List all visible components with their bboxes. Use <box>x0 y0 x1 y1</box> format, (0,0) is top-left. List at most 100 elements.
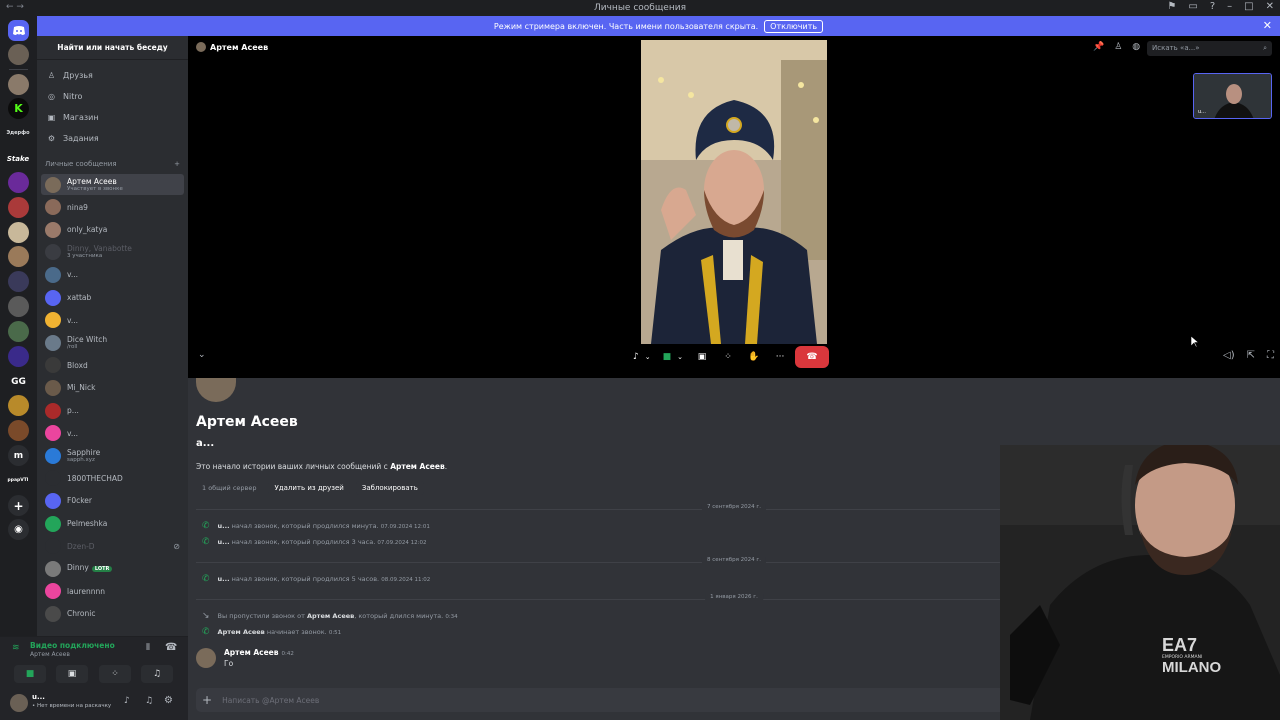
dm-list-item[interactable]: xattab <box>41 287 184 308</box>
camera-toggle-button[interactable]: ■ ⌄ <box>659 346 687 368</box>
maximize-icon[interactable]: □ <box>1244 1 1253 12</box>
server-kick-icon[interactable]: K <box>8 98 29 119</box>
block-button[interactable]: Заблокировать <box>355 481 424 495</box>
dm-list-item[interactable]: Dice Witch/roll <box>41 332 184 353</box>
call-user[interactable]: u... <box>218 538 230 546</box>
settings-icon[interactable]: ⚙ <box>164 695 173 706</box>
server-icon[interactable] <box>8 321 29 342</box>
minimize-icon[interactable]: – <box>1227 1 1232 12</box>
new-dm-icon[interactable]: + <box>174 160 180 168</box>
dm-list-item[interactable]: Mi_Nick <box>41 377 184 398</box>
share-screen-button[interactable]: ▣ <box>691 346 713 368</box>
screen-share-button[interactable]: ▣ <box>56 665 88 683</box>
add-friend-icon[interactable]: ♙ <box>1114 42 1122 52</box>
dm-list-item[interactable]: Bloxd <box>41 355 184 376</box>
server-icon[interactable] <box>8 395 29 416</box>
soundboard-call-button[interactable]: ✋ <box>743 346 765 368</box>
activities-button[interactable]: ⁘ <box>99 665 131 683</box>
dm-list-item[interactable]: Dzen-D ⊘ <box>41 536 184 557</box>
dm-list-item[interactable]: Sapphire sapph.xyz <box>41 445 184 466</box>
server-icon[interactable] <box>8 222 29 243</box>
dm-list-item[interactable]: 1800THECHAD <box>41 468 184 489</box>
dm-list-item[interactable]: p... <box>41 400 184 421</box>
dm-list-item[interactable]: F0cker <box>41 490 184 511</box>
server-icon[interactable] <box>8 74 29 95</box>
fullscreen-icon[interactable]: ⛶ <box>1267 350 1274 361</box>
end-call-button[interactable]: ☎ <box>795 346 830 368</box>
dm-list-item[interactable]: Chronic <box>41 603 184 624</box>
help-icon[interactable]: ? <box>1210 1 1215 12</box>
close-banner-icon[interactable]: ✕ <box>1263 19 1272 32</box>
collapse-call-icon[interactable]: ⌄ <box>198 350 206 360</box>
soundboard-button[interactable]: ♫ <box>141 665 173 683</box>
dm-list-item[interactable]: only_katya <box>41 219 184 240</box>
remove-friend-button[interactable]: Удалить из друзей <box>268 481 350 495</box>
activity-button[interactable]: ⁘ <box>717 346 739 368</box>
dm-list-item[interactable]: v... <box>41 310 184 331</box>
pin-icon[interactable]: ⚑ <box>1167 1 1176 12</box>
noise-icon[interactable]: ⦀ <box>146 643 150 653</box>
server-m-icon[interactable]: m <box>8 445 29 466</box>
dm-list-item[interactable]: Pelmeshka <box>41 513 184 534</box>
popout-icon[interactable]: ⇱ <box>1247 350 1255 361</box>
back-forward-icon[interactable]: ← → <box>6 2 24 12</box>
message-avatar[interactable] <box>196 648 216 668</box>
user-avatar[interactable] <box>10 694 28 712</box>
call-user[interactable]: u... <box>218 522 230 530</box>
server-icon[interactable] <box>8 172 29 193</box>
nav-item-shop[interactable]: ▣ Магазин <box>41 108 184 126</box>
started-user[interactable]: Артем Асеев <box>218 628 265 636</box>
nav-item-friends[interactable]: ♙ Друзья <box>41 66 184 84</box>
dm-list-item[interactable]: laurennnn <box>41 581 184 602</box>
message-author[interactable]: Артем Асеев <box>224 648 279 657</box>
self-video-pip[interactable]: u... <box>1193 73 1272 119</box>
dm-list-item[interactable]: nina9 <box>41 197 184 218</box>
find-conversation-button[interactable]: Найти или начать беседу <box>37 36 188 60</box>
server-icon[interactable] <box>8 420 29 441</box>
profile-icon[interactable]: ◍ <box>1132 42 1140 52</box>
voice-channel[interactable]: Артем Асеев <box>30 651 70 658</box>
dm-list-item[interactable]: v... <box>41 264 184 285</box>
volume-icon[interactable]: ◁) <box>1223 350 1235 361</box>
disconnect-icon[interactable]: ☎ <box>165 642 177 653</box>
headphones-icon[interactable]: ♫ <box>145 696 153 706</box>
server-stake-icon[interactable]: Stake <box>5 148 31 169</box>
dm-name-text: Dinny <box>67 563 89 573</box>
mutual-servers[interactable]: 1 общий сервер <box>196 481 262 495</box>
more-options-button[interactable]: ··· <box>769 346 791 368</box>
close-window-icon[interactable]: ✕ <box>1266 1 1274 12</box>
dm-list-item[interactable]: v... <box>41 423 184 444</box>
inbox-icon[interactable]: ▭ <box>1188 1 1197 12</box>
window-title: Личные сообщения <box>594 3 686 13</box>
dm-list-item[interactable]: Артем Асеев Участвует в звонке <box>41 174 184 195</box>
server-avatar[interactable] <box>8 44 29 65</box>
discover-icon[interactable]: ◉ <box>8 519 29 540</box>
dm-list-item[interactable]: Dinny LOTR <box>41 558 184 579</box>
server-icon[interactable] <box>8 296 29 317</box>
nav-item-nitro[interactable]: ◎ Nitro <box>41 87 184 105</box>
server-icon[interactable] <box>8 246 29 267</box>
remote-video[interactable] <box>641 40 827 344</box>
call-user[interactable]: u... <box>218 575 230 583</box>
server-icon[interactable] <box>8 346 29 367</box>
call-header-name[interactable]: Артем Асеев <box>210 43 268 52</box>
disable-streamer-button[interactable]: Отключить <box>764 19 824 33</box>
server-text-icon[interactable]: ppapVTI <box>5 470 31 491</box>
search-input[interactable]: Искать «а...» ⌕ <box>1147 41 1272 56</box>
mic-toggle-button[interactable]: ♪ ⌄ <box>629 346 655 368</box>
missed-user[interactable]: Артем Асеев <box>307 612 354 620</box>
server-text-icon[interactable]: Эдерфо <box>5 122 31 143</box>
server-gg-icon[interactable]: GG <box>8 371 29 392</box>
camera-button[interactable]: ■ <box>14 665 46 683</box>
call-log-entry: ✆ u... начал звонок, который продлился ми… <box>202 521 430 531</box>
attach-icon[interactable]: + <box>202 693 212 707</box>
mic-icon[interactable]: ♪ <box>124 696 130 706</box>
server-icon[interactable] <box>8 197 29 218</box>
dm-name-text: laurennnn <box>67 586 105 596</box>
discord-home-icon[interactable] <box>8 20 29 41</box>
pinned-icon[interactable]: 📌 <box>1093 42 1104 52</box>
dm-list-item[interactable]: Dinny, Vanabotte 3 участника <box>41 242 184 263</box>
nav-item-quests[interactable]: ⚙ Задания <box>41 129 184 147</box>
server-icon[interactable] <box>8 271 29 292</box>
add-server-icon[interactable]: + <box>8 495 29 516</box>
